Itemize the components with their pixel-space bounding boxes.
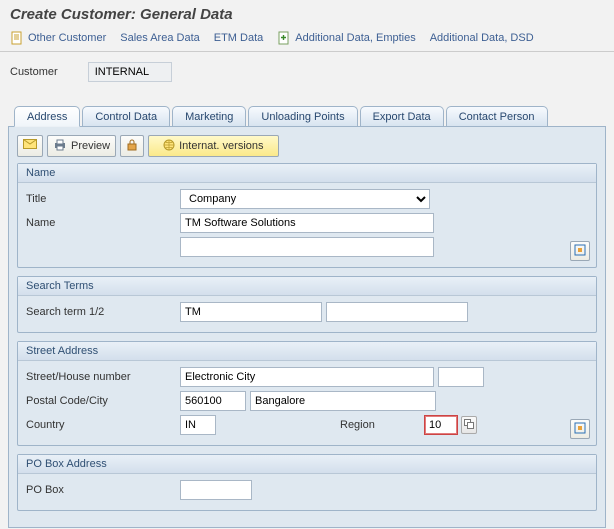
- tab-address[interactable]: Address: [14, 106, 80, 127]
- house-number-input[interactable]: [438, 367, 484, 387]
- region-input[interactable]: [424, 415, 458, 435]
- lock-icon: [126, 139, 138, 154]
- postal-code-input[interactable]: [180, 391, 246, 411]
- page-plus-icon: [277, 31, 291, 45]
- address-panel: Preview Internat. versions Name Title: [8, 126, 606, 528]
- search-terms-group: Search Terms Search term 1/2: [17, 276, 597, 333]
- page-title: Create Customer: General Data: [0, 0, 614, 25]
- sales-area-data-label: Sales Area Data: [120, 32, 200, 44]
- app-toolbar: Other Customer Sales Area Data ETM Data …: [0, 25, 614, 52]
- envelope-icon: [23, 139, 37, 154]
- po-box-header: PO Box Address: [18, 455, 596, 474]
- globe-icon: [163, 139, 175, 154]
- etm-data-label: ETM Data: [214, 32, 264, 44]
- expand-icon: [574, 422, 586, 437]
- tabstrip: Address Control Data Marketing Unloading…: [14, 102, 614, 126]
- etm-data-button[interactable]: ETM Data: [214, 32, 264, 44]
- street-label: Street/House number: [26, 371, 176, 383]
- envelope-button[interactable]: [17, 135, 43, 157]
- tab-unloading-points[interactable]: Unloading Points: [248, 106, 357, 126]
- expand-name-button[interactable]: [570, 241, 590, 261]
- title-select[interactable]: Company: [180, 189, 430, 209]
- name2-input[interactable]: [180, 237, 434, 257]
- expand-street-button[interactable]: [570, 419, 590, 439]
- search-term1-input[interactable]: [180, 302, 322, 322]
- region-label: Region: [340, 419, 420, 431]
- street-input[interactable]: [180, 367, 434, 387]
- search-term2-input[interactable]: [326, 302, 468, 322]
- po-box-label: PO Box: [26, 484, 176, 496]
- lock-button[interactable]: [120, 135, 144, 157]
- panel-button-row: Preview Internat. versions: [17, 135, 597, 157]
- tab-export-data[interactable]: Export Data: [360, 106, 444, 126]
- tab-marketing[interactable]: Marketing: [172, 106, 246, 126]
- country-input[interactable]: [180, 415, 216, 435]
- tab-contact-person[interactable]: Contact Person: [446, 106, 548, 126]
- city-input[interactable]: [250, 391, 436, 411]
- other-customer-button[interactable]: Other Customer: [10, 31, 106, 45]
- name-group-header: Name: [18, 164, 596, 183]
- internat-versions-button[interactable]: Internat. versions: [148, 135, 278, 157]
- customer-label: Customer: [10, 66, 58, 78]
- additional-data-empties-label: Additional Data, Empties: [295, 32, 415, 44]
- name-input[interactable]: [180, 213, 434, 233]
- name-label: Name: [26, 217, 176, 229]
- sales-area-data-button[interactable]: Sales Area Data: [120, 32, 200, 44]
- document-icon: [10, 31, 24, 45]
- expand-icon: [574, 244, 586, 259]
- preview-label: Preview: [71, 140, 110, 152]
- additional-data-dsd-label: Additional Data, DSD: [430, 32, 534, 44]
- street-address-header: Street Address: [18, 342, 596, 361]
- search-terms-header: Search Terms: [18, 277, 596, 296]
- street-address-group: Street Address Street/House number Posta…: [17, 341, 597, 446]
- additional-data-dsd-button[interactable]: Additional Data, DSD: [430, 32, 534, 44]
- title-label: Title: [26, 193, 176, 205]
- po-box-group: PO Box Address PO Box: [17, 454, 597, 511]
- search-term-label: Search term 1/2: [26, 306, 176, 318]
- region-value-help-button[interactable]: [461, 416, 477, 434]
- country-label: Country: [26, 419, 176, 431]
- postal-city-label: Postal Code/City: [26, 395, 176, 407]
- additional-data-empties-button[interactable]: Additional Data, Empties: [277, 31, 415, 45]
- customer-row: Customer: [0, 52, 614, 88]
- name-group: Name Title Company Name: [17, 163, 597, 268]
- value-help-icon: [464, 419, 474, 432]
- internat-versions-label: Internat. versions: [179, 140, 263, 152]
- customer-input[interactable]: [88, 62, 172, 82]
- tab-control-data[interactable]: Control Data: [82, 106, 170, 126]
- printer-icon: [53, 139, 67, 154]
- po-box-input[interactable]: [180, 480, 252, 500]
- print-preview-button[interactable]: Preview: [47, 135, 116, 157]
- other-customer-label: Other Customer: [28, 32, 106, 44]
